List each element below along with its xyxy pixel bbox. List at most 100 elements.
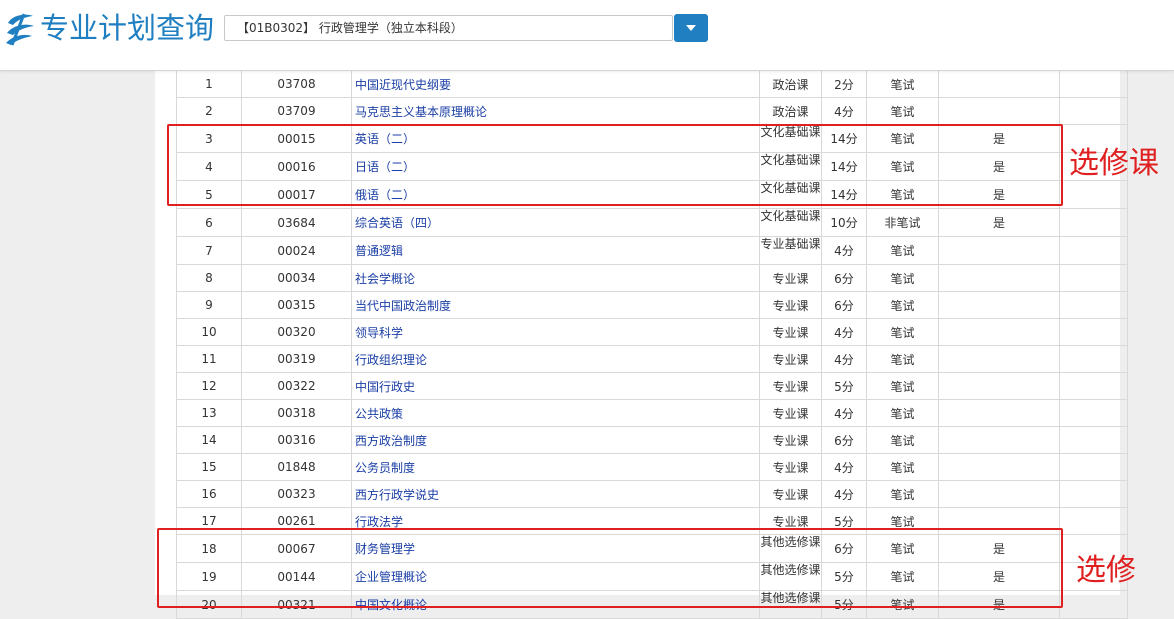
course-elective-flag	[938, 399, 1060, 427]
course-type: 专业课	[759, 426, 822, 454]
course-no: 2	[176, 97, 242, 125]
course-elective-flag	[938, 70, 1060, 98]
course-no: 18	[176, 534, 242, 563]
course-table: 1 03708 中国近现代史纲要 政治课 2分 笔试 2 03709 马克思主义基本原理概论 政治…	[176, 70, 1128, 619]
course-exam-type: 笔试	[866, 236, 939, 265]
table-row: 16 00323 西方行政学说史 专业课 4分 笔试	[176, 480, 1128, 508]
course-code: 00315	[241, 291, 352, 319]
table-row: 12 00322 中国行政史 专业课 5分 笔试	[176, 372, 1128, 400]
major-select-dropdown-button[interactable]	[674, 14, 708, 42]
course-no: 10	[176, 318, 242, 346]
course-extra	[1059, 236, 1128, 265]
course-name[interactable]: 公共政策	[351, 399, 760, 427]
course-exam-type: 笔试	[866, 264, 939, 292]
course-code: 00319	[241, 345, 352, 373]
course-extra	[1059, 453, 1128, 481]
course-credits: 5分	[821, 562, 867, 591]
table-row: 18 00067 财务管理学 其他选修课 6分 笔试是	[176, 534, 1128, 563]
course-type: 其他选修课	[759, 562, 822, 591]
course-name[interactable]: 马克思主义基本原理概论	[351, 97, 760, 125]
course-exam-type: 笔试	[866, 318, 939, 346]
course-exam-type: 笔试	[866, 152, 939, 181]
course-code: 01848	[241, 453, 352, 481]
course-no: 1	[176, 70, 242, 98]
course-name[interactable]: 俄语（二）	[351, 180, 760, 209]
course-credits: 4分	[821, 236, 867, 265]
course-code: 00016	[241, 152, 352, 181]
course-type: 政治课	[759, 70, 822, 98]
table-row: 13 00318 公共政策 专业课 4分 笔试	[176, 399, 1128, 427]
table-row: 9 00315 当代中国政治制度 专业课 6分 笔试	[176, 291, 1128, 319]
course-elective-flag: 是	[938, 124, 1060, 153]
course-credits: 4分	[821, 318, 867, 346]
major-select[interactable]: 【01B0302】 行政管理学（独立本科段）	[224, 15, 673, 41]
course-credits: 4分	[821, 453, 867, 481]
course-exam-type: 笔试	[866, 426, 939, 454]
course-credits: 14分	[821, 180, 867, 209]
course-no: 19	[176, 562, 242, 591]
course-name[interactable]: 中国行政史	[351, 372, 760, 400]
course-elective-flag	[938, 236, 1060, 265]
course-code: 00144	[241, 562, 352, 591]
course-type: 其他选修课	[759, 534, 822, 563]
course-name[interactable]: 行政法学	[351, 507, 760, 535]
course-code: 00024	[241, 236, 352, 265]
course-credits: 4分	[821, 345, 867, 373]
course-extra	[1059, 345, 1128, 373]
course-name[interactable]: 日语（二）	[351, 152, 760, 181]
annotation-label-1: 选修课	[1069, 146, 1159, 181]
course-type: 文化基础课	[759, 152, 822, 181]
caret-down-icon	[686, 25, 696, 31]
course-name[interactable]: 当代中国政治制度	[351, 291, 760, 319]
course-no: 6	[176, 208, 242, 237]
course-name[interactable]: 普通逻辑	[351, 236, 760, 265]
course-no: 4	[176, 152, 242, 181]
course-type: 专业课	[759, 345, 822, 373]
course-elective-flag	[938, 453, 1060, 481]
course-type: 专业课	[759, 291, 822, 319]
course-exam-type: 笔试	[866, 507, 939, 535]
course-type: 专业课	[759, 453, 822, 481]
table-row: 5 00017 俄语（二） 文化基础课 14分 笔试是	[176, 180, 1128, 209]
course-name[interactable]: 西方行政学说史	[351, 480, 760, 508]
course-name[interactable]: 中国近现代史纲要	[351, 70, 760, 98]
course-exam-type: 笔试	[866, 70, 939, 98]
course-code: 00015	[241, 124, 352, 153]
course-name[interactable]: 西方政治制度	[351, 426, 760, 454]
course-exam-type: 笔试	[866, 399, 939, 427]
course-name[interactable]: 公务员制度	[351, 453, 760, 481]
course-name[interactable]: 综合英语（四）	[351, 208, 760, 237]
course-exam-type: 笔试	[866, 180, 939, 209]
course-name[interactable]: 英语（二）	[351, 124, 760, 153]
course-code: 00318	[241, 399, 352, 427]
course-exam-type: 非笔试	[866, 208, 939, 237]
course-extra	[1059, 70, 1128, 98]
course-elective-flag: 是	[938, 534, 1060, 563]
course-extra	[1059, 180, 1128, 209]
course-name[interactable]: 领导科学	[351, 318, 760, 346]
course-elective-flag	[938, 345, 1060, 373]
course-credits: 6分	[821, 291, 867, 319]
course-no: 17	[176, 507, 242, 535]
course-exam-type: 笔试	[866, 291, 939, 319]
course-code: 00323	[241, 480, 352, 508]
course-name[interactable]: 社会学概论	[351, 264, 760, 292]
course-elective-flag	[938, 507, 1060, 535]
course-name[interactable]: 财务管理学	[351, 534, 760, 563]
course-code: 00034	[241, 264, 352, 292]
course-no: 9	[176, 291, 242, 319]
course-no: 5	[176, 180, 242, 209]
table-row: 3 00015 英语（二） 文化基础课 14分 笔试是	[176, 124, 1128, 153]
table-row: 19 00144 企业管理概论 其他选修课 5分 笔试是	[176, 562, 1128, 591]
course-no: 7	[176, 236, 242, 265]
course-name[interactable]: 行政组织理论	[351, 345, 760, 373]
course-elective-flag	[938, 291, 1060, 319]
course-name[interactable]: 企业管理概论	[351, 562, 760, 591]
course-extra	[1059, 399, 1128, 427]
course-elective-flag	[938, 318, 1060, 346]
course-type: 专业课	[759, 480, 822, 508]
course-no: 15	[176, 453, 242, 481]
table-row: 10 00320 领导科学 专业课 4分 笔试	[176, 318, 1128, 346]
table-row: 1 03708 中国近现代史纲要 政治课 2分 笔试	[176, 70, 1128, 98]
course-exam-type: 笔试	[866, 562, 939, 591]
